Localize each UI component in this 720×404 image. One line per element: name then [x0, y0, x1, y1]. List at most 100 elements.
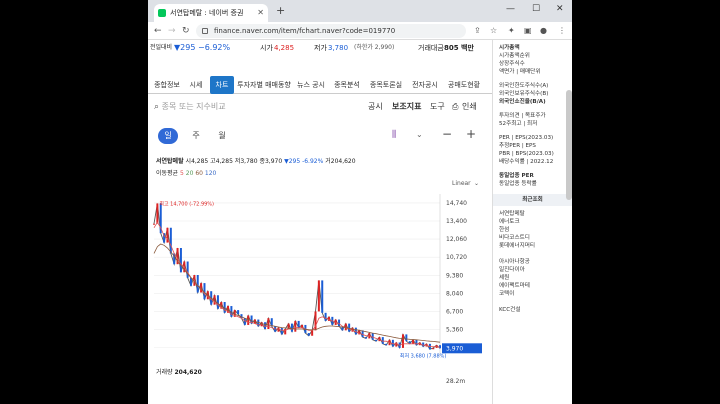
info-opinion: 투자의견 | 목표주가	[499, 113, 546, 119]
tab-chart[interactable]: 차트	[210, 76, 234, 94]
recent-item[interactable]: 에너토크	[499, 218, 566, 226]
minimize-button[interactable]: —	[506, 3, 515, 15]
zoom-in-icon[interactable]: +	[466, 127, 476, 141]
forward-icon[interactable]: →	[168, 24, 176, 38]
tab-analysis[interactable]: 종목분석	[330, 76, 364, 94]
recent-item[interactable]: 일진다이아	[499, 266, 566, 274]
info-sector-rate: 동일업종 등락률	[499, 181, 537, 187]
price-candle	[307, 333, 310, 336]
price-candle	[385, 343, 388, 346]
extensions-icon[interactable]: ✦	[508, 25, 515, 37]
volume-readout-row: 거래량 204,620	[156, 368, 202, 378]
volume-label: 거래량	[156, 369, 173, 376]
disclosure-tool[interactable]: 공시	[368, 100, 383, 114]
limit-note: (하한가 2,990)	[354, 44, 395, 51]
y-tick-label: 9,380	[446, 272, 463, 279]
scale-selector[interactable]: Linear	[452, 180, 471, 187]
price-candle	[267, 318, 270, 329]
volume-axis-label: 28.2m	[446, 378, 466, 385]
tab-disclosure[interactable]: 전자공시	[408, 76, 442, 94]
recent-item[interactable]: KCC건설	[499, 306, 566, 314]
info-foreign-ratio: 외국인소진율(B/A)	[499, 99, 546, 105]
open-value: 4,285	[274, 44, 295, 52]
price-candle	[317, 280, 320, 312]
ma-120: 120	[204, 170, 217, 177]
tab-short-selling[interactable]: 공매도현황	[444, 76, 484, 94]
ma-20: 20	[185, 170, 194, 177]
profile-avatar-icon[interactable]: ●	[540, 25, 547, 37]
y-tick-label: 14,740	[446, 200, 467, 207]
candle-type-icon[interactable]: ⫼	[392, 130, 396, 140]
tab-discussion[interactable]: 종목토론실	[366, 76, 406, 94]
price-candle	[186, 261, 189, 278]
close-tab-icon[interactable]: ✕	[257, 4, 264, 22]
compare-search[interactable]: ⌕ 종목 또는 지수비교	[154, 100, 304, 114]
recent-item[interactable]: 서연탑메탈	[499, 210, 566, 218]
recent-spacer	[499, 250, 566, 258]
right-info-panel: 시가총액 시가총액순위 상장주식수 액면가 | 매매단위 외국인한도주식수(A)…	[492, 40, 572, 404]
recent-item[interactable]: 코텍이	[499, 290, 566, 298]
change-readout: ▼295 -6.92%	[284, 158, 324, 165]
new-tab-button[interactable]: +	[276, 4, 285, 18]
recent-item[interactable]: 비다코스트디	[499, 234, 566, 242]
menu-dots-icon[interactable]: ⋮	[558, 25, 566, 37]
price-candle	[294, 320, 297, 332]
info-foreign-held: 외국인보유주식수(B)	[499, 91, 549, 97]
info-dividend: 배당수익률 | 2022.12	[499, 159, 554, 165]
recent-item[interactable]: 롯데에너지머티	[499, 242, 566, 250]
recent-item[interactable]: 아시아나항공	[499, 258, 566, 266]
volume-value: 204,620	[174, 369, 202, 376]
tab-investor[interactable]: 투자자별 매매동향	[236, 76, 292, 94]
zoom-out-icon[interactable]: −	[442, 127, 452, 141]
price-candle	[290, 323, 293, 332]
price-candle	[412, 339, 415, 344]
price-candle	[432, 347, 435, 350]
period-day[interactable]: 일	[158, 128, 178, 144]
recent-spacer	[499, 298, 566, 306]
info-rank: 시가총액순위	[499, 53, 530, 59]
print-icon[interactable]: ⎙	[452, 100, 458, 114]
recent-item[interactable]: 에이팩트마테	[499, 282, 566, 290]
scale-chevron-icon[interactable]: ⌄	[474, 180, 479, 187]
info-market-cap: 시가총액	[499, 45, 520, 51]
bookmark-star-icon[interactable]: ☆	[490, 25, 497, 37]
print-tool[interactable]: 인쇄	[462, 100, 477, 114]
chevron-down-icon[interactable]: ⌄	[416, 130, 423, 139]
open-label: 시가	[260, 44, 273, 52]
indicator-tool[interactable]: 보조지표	[392, 100, 421, 114]
price-chart[interactable]: 14,740 13,400 12,060 10,720 9,380 8,040 6,700 5…	[148, 188, 492, 366]
sidepanel-icon[interactable]: ▣	[524, 25, 532, 37]
info-sector-per: 동일업종 PER	[499, 173, 534, 179]
maximize-button[interactable]: ☐	[532, 3, 540, 15]
draw-tool[interactable]: 도구	[430, 100, 445, 114]
period-month[interactable]: 월	[212, 128, 232, 144]
search-placeholder: 종목 또는 지수비교	[161, 102, 226, 111]
page-tab-bar: 종합정보 시세 차트 투자자별 매매동향 뉴스 공시 종목분석 종목토론실 전자…	[148, 76, 492, 94]
back-icon[interactable]: ←	[154, 24, 162, 38]
scrollbar[interactable]	[566, 90, 572, 200]
reload-icon[interactable]: ↻	[182, 24, 190, 38]
info-pbr: PBR | BPS(2023.03)	[499, 151, 554, 157]
price-candle	[395, 342, 398, 347]
info-52w: 52주최고 | 최저	[499, 121, 538, 127]
price-candle	[311, 330, 314, 336]
price-candle	[375, 339, 378, 342]
share-icon[interactable]: ⇪	[474, 25, 481, 37]
close-window-button[interactable]: ✕	[556, 3, 564, 15]
high-readout: 4,285	[215, 158, 233, 165]
url-field[interactable]: finance.naver.com/item/fchart.naver?code…	[196, 24, 466, 38]
recent-item[interactable]: 셰원	[499, 274, 566, 282]
price-candle	[156, 203, 159, 224]
recent-list: 서연탑메탈 에너토크 한섬 비다코스트디 롯데에너지머티 아시아나항공 일진다이…	[493, 210, 572, 314]
prev-day-label: 전일대비	[150, 44, 173, 51]
tab-news[interactable]: 뉴스 공시	[294, 76, 328, 94]
recent-item[interactable]: 한섬	[499, 226, 566, 234]
browser-tab[interactable]: 서연탑메탈 : 네이버 증권 ✕	[154, 4, 268, 22]
tab-title: 서연탑메탈 : 네이버 증권	[170, 9, 244, 17]
ma-label: 이동평균	[156, 170, 179, 177]
low-readout: 3,780	[240, 158, 258, 165]
period-week[interactable]: 주	[186, 128, 206, 144]
tab-overview[interactable]: 종합정보	[152, 76, 182, 94]
tab-price[interactable]: 시세	[184, 76, 208, 94]
price-candle	[216, 295, 219, 309]
